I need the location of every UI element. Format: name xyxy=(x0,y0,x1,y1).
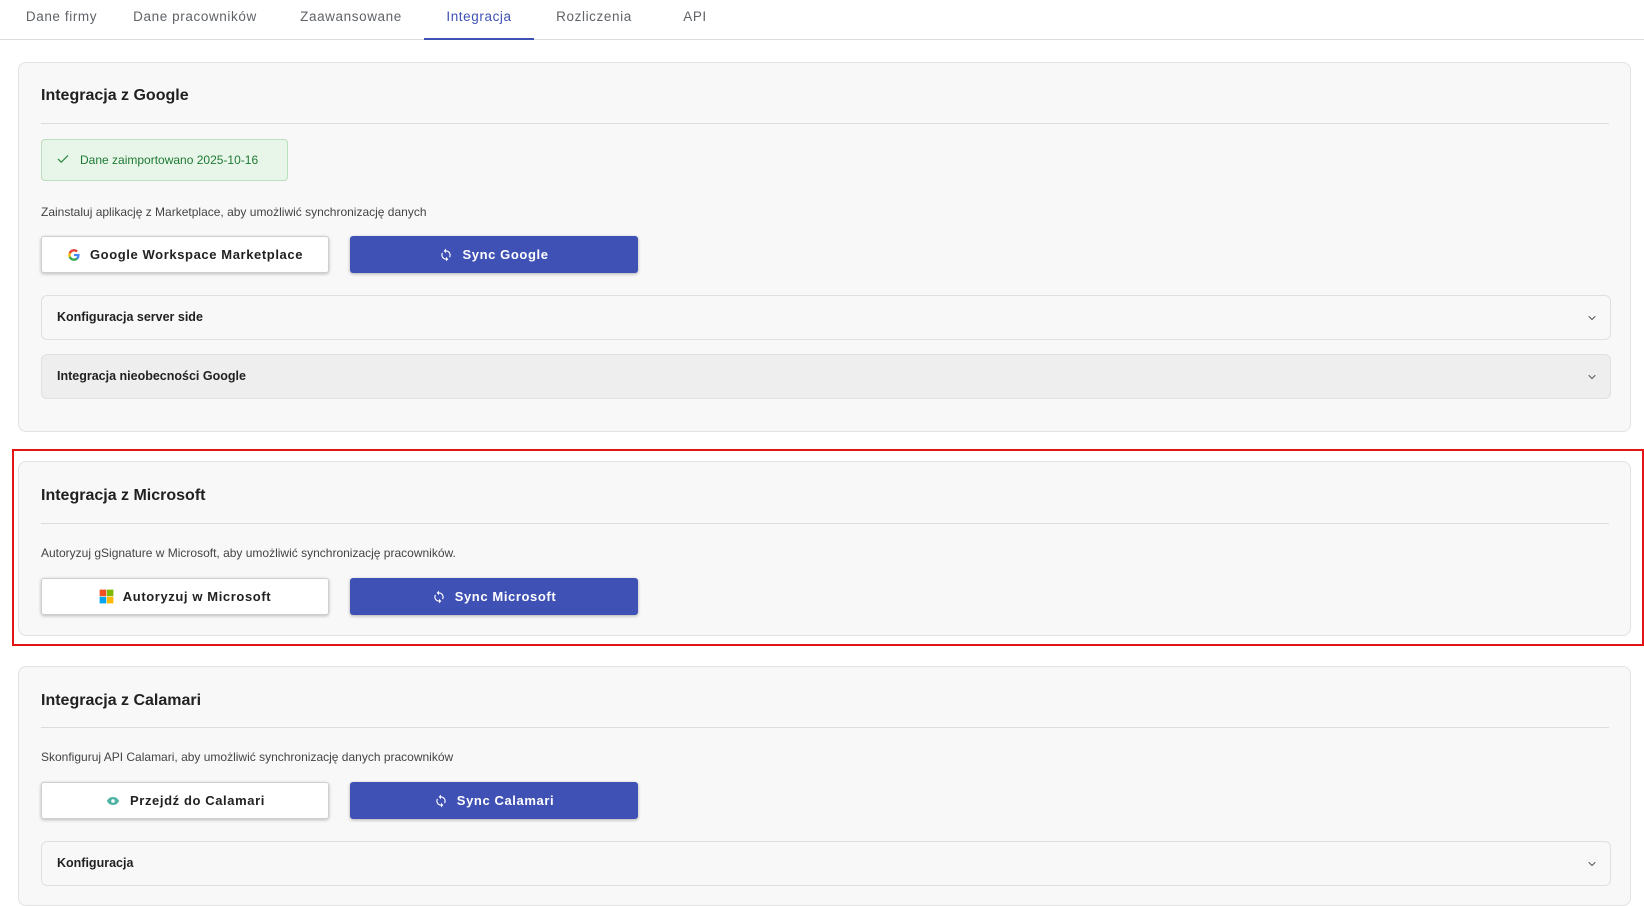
sync-microsoft-button[interactable]: Sync Microsoft xyxy=(350,578,638,615)
chevron-down-icon xyxy=(1586,857,1598,875)
calamari-card-divider xyxy=(41,727,1609,728)
accordion-label: Integracja nieobecności Google xyxy=(57,369,246,383)
google-marketplace-label: Google Workspace Marketplace xyxy=(89,247,304,262)
google-card-divider xyxy=(41,123,1609,124)
accordion-label: Konfiguracja xyxy=(57,856,134,870)
tab-api[interactable]: API xyxy=(670,0,720,40)
tab-integracja[interactable]: Integracja xyxy=(424,0,534,40)
goto-calamari-button[interactable]: Przejdź do Calamari xyxy=(41,782,329,819)
tab-rozliczenia[interactable]: Rozliczenia xyxy=(546,0,642,40)
check-icon xyxy=(56,152,70,169)
microsoft-logo-icon xyxy=(99,589,114,604)
alert-text: Dane zaimportowano 2025-10-16 xyxy=(80,153,259,167)
accordion-calamari-config[interactable]: Konfiguracja xyxy=(41,841,1611,886)
tab-zaawansowane[interactable]: Zaawansowane xyxy=(288,0,414,40)
tab-dane-firmy[interactable]: Dane firmy xyxy=(10,0,113,40)
authorize-microsoft-label: Autoryzuj w Microsoft xyxy=(122,589,272,604)
microsoft-integration-card: Integracja z Microsoft Autoryzuj gSignat… xyxy=(18,461,1631,636)
sync-google-button[interactable]: Sync Google xyxy=(350,236,638,273)
settings-tabs: Dane firmy Dane pracowników Zaawansowane… xyxy=(0,0,1644,40)
sync-google-label: Sync Google xyxy=(462,247,549,262)
chevron-down-icon xyxy=(1586,311,1598,329)
calamari-logo-icon xyxy=(105,795,121,807)
tab-dane-pracownikow[interactable]: Dane pracowników xyxy=(124,0,266,40)
goto-calamari-label: Przejdź do Calamari xyxy=(130,793,265,808)
microsoft-card-title: Integracja z Microsoft xyxy=(41,487,206,504)
sync-calamari-button[interactable]: Sync Calamari xyxy=(350,782,638,819)
google-integration-card: Integracja z Google Dane zaimportowano 2… xyxy=(18,62,1631,432)
google-description: Zainstaluj aplikację z Marketplace, aby … xyxy=(41,205,427,219)
calamari-description: Skonfiguruj API Calamari, aby umożliwić … xyxy=(41,750,454,764)
sync-icon xyxy=(434,794,448,808)
sync-calamari-label: Sync Calamari xyxy=(456,793,555,808)
google-logo-icon xyxy=(67,248,81,262)
accordion-google-absences[interactable]: Integracja nieobecności Google xyxy=(41,354,1611,399)
calamari-integration-card: Integracja z Calamari Skonfiguruj API Ca… xyxy=(18,666,1631,906)
sync-icon xyxy=(439,248,453,262)
calamari-card-title: Integracja z Calamari xyxy=(41,692,202,709)
sync-microsoft-label: Sync Microsoft xyxy=(454,589,557,604)
google-card-title: Integracja z Google xyxy=(41,87,189,104)
sync-icon xyxy=(432,590,446,604)
import-success-alert: Dane zaimportowano 2025-10-16 xyxy=(41,139,288,181)
accordion-label: Konfiguracja server side xyxy=(57,310,203,324)
chevron-down-icon xyxy=(1586,370,1598,388)
authorize-microsoft-button[interactable]: Autoryzuj w Microsoft xyxy=(41,578,329,615)
accordion-server-side-config[interactable]: Konfiguracja server side xyxy=(41,295,1611,340)
microsoft-description: Autoryzuj gSignature w Microsoft, aby um… xyxy=(41,546,456,560)
microsoft-card-divider xyxy=(41,523,1609,524)
google-marketplace-button[interactable]: Google Workspace Marketplace xyxy=(41,236,329,273)
